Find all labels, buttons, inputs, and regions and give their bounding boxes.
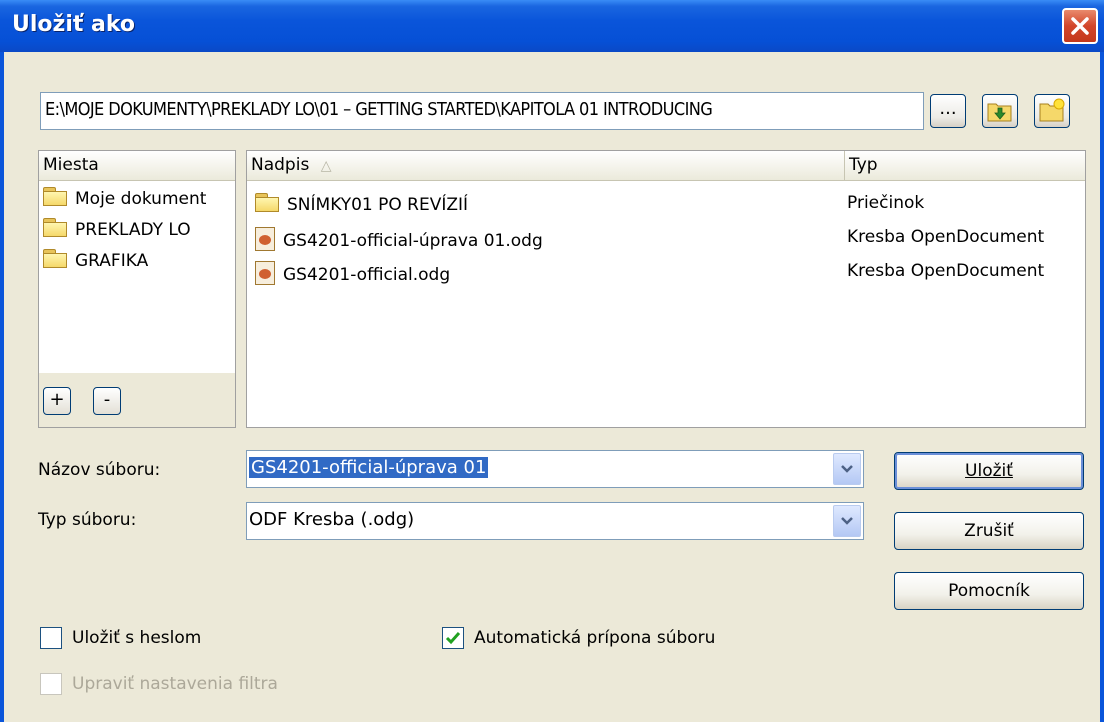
sort-ascending-icon: △	[320, 158, 332, 174]
checkmark-icon	[445, 632, 461, 645]
close-icon	[1071, 17, 1089, 35]
filename-label: Názov súboru:	[38, 460, 161, 480]
file-name: GS4201-official-úprava 01.odg	[283, 231, 543, 251]
places-footer: + -	[39, 373, 235, 427]
place-item-label: GRAFIKA	[75, 251, 149, 271]
file-name: SNÍMKY01 PO REVÍZIÍ	[287, 195, 469, 215]
column-header-name-label: Nadpis	[251, 155, 310, 175]
remove-place-button[interactable]: -	[93, 387, 121, 415]
browse-button-label: ...	[939, 98, 957, 119]
auto-extension-label: Automatická prípona súboru	[474, 628, 716, 648]
file-row[interactable]: GS4201-official.odg Kresba OpenDocument	[255, 261, 1085, 293]
places-header: Miesta	[39, 151, 235, 181]
new-folder-button[interactable]	[1034, 94, 1070, 128]
window-frame-right	[1100, 52, 1104, 722]
file-type: Kresba OpenDocument	[847, 227, 1045, 247]
odg-file-icon	[255, 261, 275, 285]
column-header-type[interactable]: Typ	[845, 151, 1085, 181]
help-button-label: Pomocník	[948, 581, 1030, 601]
place-item-label: Moje dokument	[75, 189, 207, 209]
title-bar[interactable]: Uložiť ako	[0, 0, 1104, 52]
folder-icon	[43, 187, 69, 207]
save-with-password-checkbox[interactable]	[40, 627, 62, 649]
window-frame-left	[0, 52, 4, 722]
place-item-preklady-lo[interactable]: PREKLADY LO	[43, 218, 191, 246]
add-place-button[interactable]: +	[43, 387, 71, 415]
file-type: Kresba OpenDocument	[847, 261, 1045, 281]
save-button[interactable]: Uložiť	[894, 452, 1084, 490]
file-name: GS4201-official.odg	[283, 265, 451, 285]
browse-button[interactable]: ...	[930, 94, 966, 128]
file-row[interactable]: GS4201-official-úprava 01.odg Kresba Ope…	[255, 227, 1085, 259]
window-title: Uložiť ako	[12, 12, 136, 37]
odg-file-icon	[255, 227, 275, 251]
filename-combobox[interactable]: GS4201-official-úprava 01	[246, 450, 864, 488]
folder-icon	[43, 249, 69, 269]
place-item-grafika[interactable]: GRAFIKA	[43, 249, 148, 277]
chevron-down-icon	[841, 517, 853, 525]
folder-icon	[255, 193, 281, 213]
file-type: Priečinok	[847, 193, 925, 213]
go-up-folder-button[interactable]	[982, 94, 1018, 128]
auto-extension-checkbox[interactable]	[442, 627, 464, 649]
filetype-label: Typ súboru:	[38, 510, 137, 530]
place-item-moje-dokument[interactable]: Moje dokument	[43, 187, 206, 215]
filetype-value: ODF Kresba (.odg)	[249, 509, 415, 530]
close-button[interactable]	[1062, 8, 1098, 44]
folder-icon	[43, 218, 69, 238]
save-button-label: Uložiť	[965, 461, 1013, 481]
filename-dropdown-button[interactable]	[833, 453, 861, 485]
filetype-combobox[interactable]: ODF Kresba (.odg)	[246, 502, 864, 540]
places-panel: Miesta Moje dokument PREKLADY LO GRAFIKA…	[38, 150, 236, 428]
filetype-dropdown-button[interactable]	[833, 505, 861, 537]
path-field[interactable]: E:\MOJE DOKUMENTY\PREKLADY LO\01 – GETTI…	[40, 92, 924, 130]
filename-input[interactable]: GS4201-official-úprava 01	[249, 457, 489, 478]
place-item-label: PREKLADY LO	[75, 220, 191, 240]
cancel-button[interactable]: Zrušiť	[894, 512, 1084, 550]
file-row[interactable]: SNÍMKY01 PO REVÍZIÍ Priečinok	[255, 193, 1085, 225]
help-button[interactable]: Pomocník	[894, 572, 1084, 610]
file-list[interactable]: Nadpis △ Typ SNÍMKY01 PO REVÍZIÍ Priečin…	[246, 150, 1086, 428]
edit-filter-settings-label: Upraviť nastavenia filtra	[72, 674, 278, 694]
save-with-password-label: Uložiť s heslom	[72, 628, 202, 648]
new-folder-icon	[1039, 98, 1065, 122]
chevron-down-icon	[841, 465, 853, 473]
edit-filter-settings-checkbox	[40, 673, 62, 695]
column-header-name[interactable]: Nadpis △	[247, 151, 845, 181]
go-up-folder-icon	[987, 103, 1012, 122]
